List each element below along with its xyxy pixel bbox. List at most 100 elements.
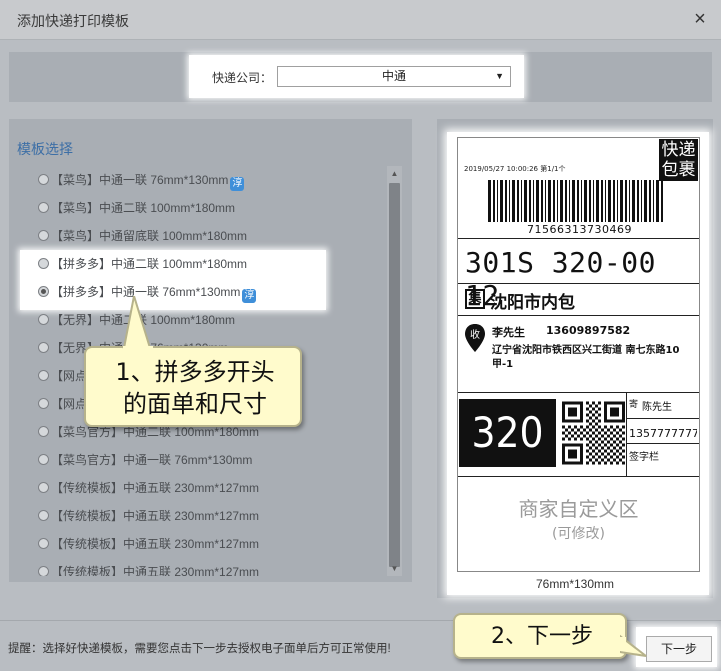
template-option[interactable]: 【传统模板】中通五联 230mm*127mm	[30, 558, 385, 576]
barcode-bar	[493, 180, 495, 222]
qr-module	[613, 434, 616, 438]
qr-module	[622, 449, 625, 453]
qr-module	[586, 431, 589, 435]
qr-module	[574, 437, 577, 441]
qr-module	[589, 434, 592, 438]
qr-module	[607, 434, 610, 438]
qr-module	[607, 458, 610, 462]
next-step-button[interactable]: 下一步	[646, 636, 712, 662]
template-radio[interactable]	[38, 510, 49, 521]
qr-module	[574, 431, 577, 435]
template-radio[interactable]	[38, 426, 49, 437]
template-option[interactable]: 【菜鸟】中通一联 76mm*130mm 淳	[30, 166, 385, 194]
barcode-image	[488, 180, 663, 222]
callout-1-pointer	[122, 296, 153, 352]
template-radio[interactable]	[38, 286, 49, 297]
qr-module	[622, 461, 625, 465]
template-option[interactable]: 【拼多多】中通二联 100mm*180mm	[30, 250, 385, 278]
scroll-down-icon[interactable]: ▼	[387, 561, 402, 576]
close-icon[interactable]: ×	[689, 8, 711, 30]
template-option[interactable]: 【菜鸟】中通留底联 100mm*180mm	[30, 222, 385, 250]
qr-module	[598, 461, 601, 465]
qr-module	[595, 416, 598, 420]
qr-module	[589, 458, 592, 462]
template-radio[interactable]	[38, 566, 49, 576]
template-radio[interactable]	[38, 314, 49, 325]
template-option[interactable]: 【菜鸟】中通二联 100mm*180mm	[30, 194, 385, 222]
template-radio[interactable]	[38, 398, 49, 409]
barcode-bar	[524, 180, 527, 222]
qr-module	[580, 437, 583, 441]
signature-field: 签字栏	[629, 452, 659, 463]
template-radio[interactable]	[38, 482, 49, 493]
qr-module	[601, 428, 604, 432]
template-scrollbar[interactable]: ▲ ▼	[387, 166, 402, 576]
qr-module	[586, 437, 589, 441]
template-radio[interactable]	[38, 258, 49, 269]
dialog-titlebar: 添加快递打印模板 ×	[0, 0, 721, 40]
barcode-bar	[644, 180, 647, 222]
qr-module	[598, 401, 601, 405]
barcode-bar	[557, 180, 558, 222]
template-option[interactable]: 【菜鸟官方】中通一联 76mm*130mm	[30, 446, 385, 474]
barcode-bar	[641, 180, 642, 222]
template-option[interactable]: 【拼多多】中通一联 76mm*130mm 淳	[30, 278, 385, 306]
barcode-bar	[593, 180, 594, 222]
template-radio[interactable]	[38, 230, 49, 241]
template-option[interactable]: 【传统模板】中通五联 230mm*127mm	[30, 530, 385, 558]
qr-module	[616, 455, 619, 459]
template-radio[interactable]	[38, 454, 49, 465]
qr-module	[607, 446, 610, 450]
qr-module	[616, 461, 619, 465]
template-radio[interactable]	[38, 342, 49, 353]
barcode-bar	[541, 180, 543, 222]
scroll-up-icon[interactable]: ▲	[387, 166, 402, 181]
big-route-code: 320	[459, 399, 556, 467]
receiver-name: 李先生	[492, 326, 525, 339]
qr-module	[613, 440, 616, 444]
qr-module	[616, 443, 619, 447]
template-option[interactable]: 【传统模板】中通五联 230mm*127mm	[30, 474, 385, 502]
template-radio[interactable]	[38, 370, 49, 381]
qr-finder-module	[610, 407, 619, 417]
callout-2-pointer	[620, 634, 647, 657]
collect-destination: 沈阳市内包	[490, 293, 575, 313]
template-radio[interactable]	[38, 538, 49, 549]
barcode-bar	[601, 180, 603, 222]
qr-module	[583, 428, 586, 432]
template-section-title: 模板选择	[17, 141, 73, 157]
qr-module	[595, 434, 598, 438]
template-tag-icon: 淳	[242, 289, 257, 303]
qr-module	[601, 452, 604, 456]
qr-module	[589, 422, 592, 426]
barcode-bar	[625, 180, 627, 222]
template-option[interactable]: 【传统模板】中通五联 230mm*127mm	[30, 502, 385, 530]
template-radio[interactable]	[38, 174, 49, 185]
barcode-bar	[569, 180, 570, 222]
custom-area-title: 商家自定义区	[518, 497, 639, 521]
callout-pdd-template: 1、拼多多开头 的面单和尺寸	[84, 346, 302, 427]
qr-module	[595, 446, 598, 450]
company-selected-value: 中通	[381, 69, 406, 83]
barcode-bar	[509, 180, 510, 222]
qr-module	[595, 428, 598, 432]
qr-module	[616, 431, 619, 435]
template-option[interactable]: 【无界】中通二联 100mm*180mm	[30, 306, 385, 334]
barcode-bar	[617, 180, 618, 222]
company-select[interactable]: 中通 ▼	[277, 66, 511, 87]
qr-module	[586, 449, 589, 453]
barcode-bar	[608, 180, 611, 222]
qr-module	[592, 443, 595, 447]
dialog-title: 添加快递打印模板	[17, 13, 129, 29]
barcode-bar	[497, 180, 498, 222]
qr-module	[598, 407, 601, 411]
qr-module	[610, 425, 613, 429]
qr-module	[610, 431, 613, 435]
waybill-preview: 2019/05/27 10:00:26 第1/1个 快递 包裹 71566313…	[457, 137, 700, 572]
scroll-thumb[interactable]	[389, 183, 400, 567]
qr-module	[622, 425, 625, 429]
template-radio[interactable]	[38, 202, 49, 213]
qr-module	[592, 449, 595, 453]
barcode-bar	[632, 180, 635, 222]
qr-module	[583, 434, 586, 438]
